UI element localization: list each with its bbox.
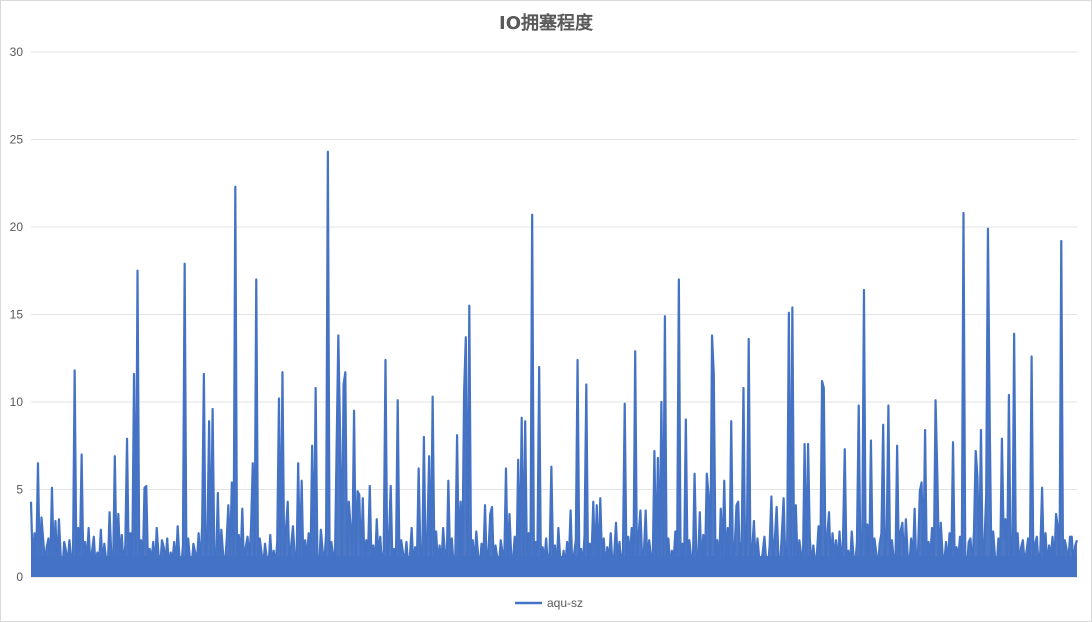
chart-area: IO拥塞程度 0 5 10 15 20 25 30 aqu-sz bbox=[0, 0, 1092, 622]
legend[interactable]: aqu-sz bbox=[515, 596, 583, 610]
y-tick-label: 20 bbox=[10, 220, 24, 234]
series-group bbox=[29, 150, 1079, 577]
y-tick-label: 30 bbox=[10, 45, 24, 59]
legend-label-aqu-sz: aqu-sz bbox=[547, 596, 583, 610]
gridlines bbox=[31, 51, 1077, 490]
y-tick-label: 15 bbox=[10, 308, 24, 322]
y-tick-label: 0 bbox=[16, 570, 23, 584]
chart-title: IO拥塞程度 bbox=[499, 12, 594, 34]
series-line-aqu-sz[interactable] bbox=[29, 150, 1079, 572]
y-axis-ticks: 0 5 10 15 20 25 30 bbox=[10, 45, 24, 584]
y-tick-label: 25 bbox=[10, 133, 24, 147]
y-tick-label: 5 bbox=[16, 483, 23, 497]
y-tick-label: 10 bbox=[10, 395, 24, 409]
line-chart: IO拥塞程度 0 5 10 15 20 25 30 aqu-sz bbox=[10, 12, 1079, 610]
